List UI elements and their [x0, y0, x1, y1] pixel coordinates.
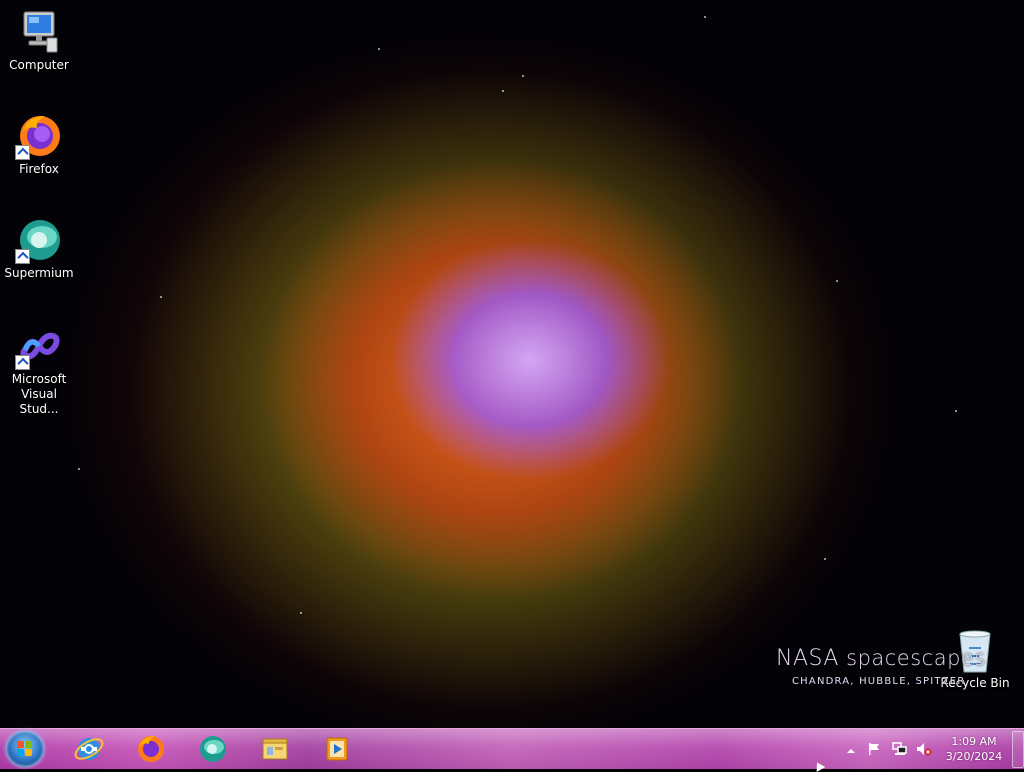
watermark-spacescapes: spacescapes: [846, 646, 986, 670]
wallpaper-watermark: NASA spacescapes CHANDRA, HUBBLE, SPITZE…: [776, 646, 986, 687]
file-explorer-icon: [262, 738, 288, 760]
taskbar: 1:09 AM 3/20/2024: [0, 728, 1024, 769]
desktop-icon-label: Supermium: [4, 266, 74, 280]
desktop-icon-label-line2: Visual Stud...: [19, 387, 59, 416]
windows-start-icon: [17, 741, 33, 757]
shortcut-arrow-icon: [15, 145, 30, 160]
desktop-icon-supermium[interactable]: Supermium: [1, 216, 77, 281]
taskbar-media-player[interactable]: [310, 730, 364, 768]
show-desktop-button[interactable]: [1012, 731, 1024, 768]
watermark-subtitle: CHANDRA, HUBBLE, SPITZER: [792, 676, 966, 687]
media-player-icon: [326, 737, 348, 761]
star: [502, 90, 504, 92]
desktop-icon-label: Firefox: [19, 162, 59, 176]
supermium-icon: [200, 736, 226, 762]
watermark-nasa: NASA: [776, 646, 839, 671]
star: [300, 612, 302, 614]
taskbar-firefox[interactable]: [124, 730, 178, 768]
internet-explorer-icon: [74, 738, 104, 760]
system-clock[interactable]: 1:09 AM 3/20/2024: [938, 734, 1010, 764]
clock-time: 1:09 AM: [951, 735, 997, 748]
desktop-icon-label: Computer: [9, 58, 69, 72]
taskbar-internet-explorer[interactable]: [62, 730, 116, 768]
star: [836, 280, 838, 282]
star: [160, 296, 162, 298]
network-icon[interactable]: [892, 741, 907, 755]
desktop-icon-visual-studio[interactable]: Microsoft Visual Stud...: [1, 328, 77, 417]
show-hidden-icons-arrow[interactable]: [845, 742, 859, 756]
desktop-icon-computer[interactable]: Computer: [1, 8, 77, 73]
watermark-title: NASA spacescapes: [776, 646, 986, 671]
star: [78, 468, 80, 470]
start-button[interactable]: [6, 731, 44, 767]
action-center-flag-icon[interactable]: [867, 741, 881, 755]
visual-studio-icon: [15, 328, 63, 370]
firefox-icon: [15, 112, 63, 160]
clock-date: 3/20/2024: [945, 750, 1003, 763]
shortcut-arrow-icon: [15, 355, 30, 370]
computer-icon: [15, 8, 63, 56]
star: [378, 48, 380, 50]
desktop-icon-firefox[interactable]: Firefox: [1, 112, 77, 177]
volume-muted-icon[interactable]: [916, 741, 932, 756]
desktop-background[interactable]: Computer Firefox Supermium Microsoft Vis…: [0, 0, 1024, 728]
star: [955, 410, 957, 412]
star: [704, 16, 706, 18]
taskbar-file-explorer[interactable]: [248, 730, 302, 768]
supermium-icon: [15, 216, 63, 264]
star: [522, 75, 524, 77]
shortcut-arrow-icon: [15, 249, 30, 264]
taskbar-supermium[interactable]: [186, 730, 240, 768]
star: [824, 558, 826, 560]
desktop-icon-label-line1: Microsoft: [11, 372, 67, 386]
firefox-icon: [138, 736, 164, 762]
